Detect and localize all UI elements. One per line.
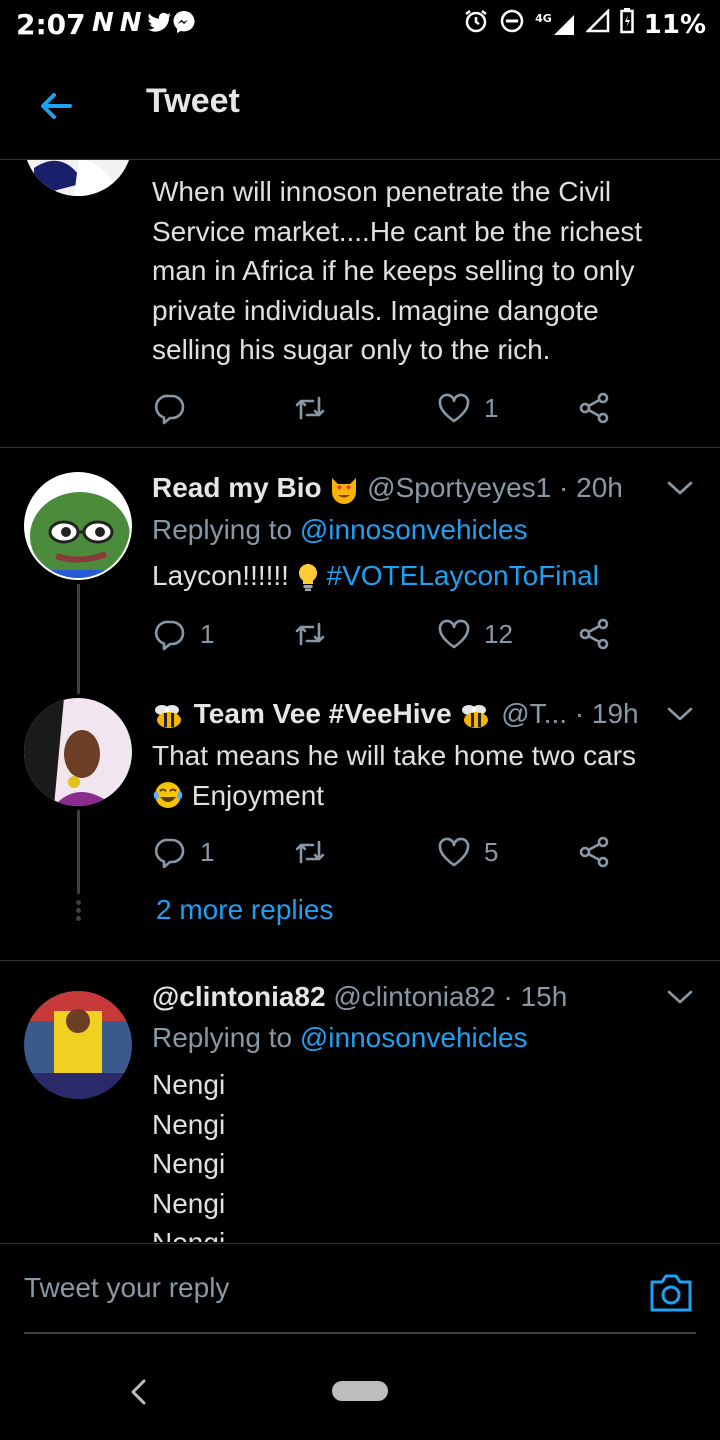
reply-composer xyxy=(0,1243,720,1343)
hashtag-link[interactable]: #VOTELayconToFinal xyxy=(327,560,599,591)
display-name[interactable]: @clintonia82 xyxy=(152,981,326,1012)
tweet-actions: 1 xyxy=(152,388,632,428)
tweet-text: Nengi Nengi Nengi Nengi Nengi xyxy=(152,1069,226,1242)
tweet-thread[interactable]: When will innoson penetrate the Civil Se… xyxy=(0,160,720,1242)
retweet-icon xyxy=(295,622,325,646)
replying-to: Replying to @innosonvehicles xyxy=(152,1022,528,1053)
handle[interactable]: @T... xyxy=(501,698,567,729)
system-nav-bar xyxy=(0,1343,720,1440)
share-button[interactable] xyxy=(576,614,612,654)
chevron-down-icon[interactable] xyxy=(666,478,694,498)
twitter-bird-icon xyxy=(147,8,172,38)
share-button[interactable] xyxy=(576,832,612,872)
reply-count: 1 xyxy=(200,836,215,867)
battery-percent: 11% xyxy=(643,9,706,40)
tweet-text: When will innoson penetrate the Civil Se… xyxy=(152,176,643,365)
avatar[interactable] xyxy=(24,991,132,1099)
tweet[interactable]: Team Vee #VeeHive @T... · 19h That means… xyxy=(0,698,720,960)
share-icon xyxy=(579,618,609,650)
tweet[interactable]: Read my Bio @Sportyeyes1 · 20h Replying … xyxy=(0,448,720,698)
like-button[interactable]: 5 xyxy=(436,832,498,872)
tweet[interactable]: When will innoson penetrate the Civil Se… xyxy=(0,160,720,448)
battery-icon xyxy=(620,8,634,41)
like-button[interactable]: 12 xyxy=(436,614,513,654)
messenger-icon xyxy=(172,8,196,38)
app-header: Tweet xyxy=(0,52,720,160)
reply-button[interactable]: 1 xyxy=(152,832,214,872)
tweet[interactable]: @clintonia82 @clintonia82 · 15h Replying… xyxy=(0,961,720,1242)
avatar[interactable] xyxy=(24,472,132,580)
heart-eyes-cat-emoji xyxy=(329,474,359,506)
system-status-icons: 4G 11% xyxy=(463,7,706,41)
share-icon xyxy=(579,392,609,424)
reply-underline xyxy=(24,1332,696,1334)
tweet-text: Laycon!!!!!! #VOTELayconToFinal xyxy=(152,556,692,597)
tweet-actions: 1 5 xyxy=(152,832,632,872)
4g-signal-icon: 4G xyxy=(535,13,576,37)
share-button[interactable] xyxy=(576,388,612,428)
n-icon: N xyxy=(92,8,120,38)
tweet-actions: 1 12 xyxy=(152,614,632,654)
reply-icon xyxy=(154,620,185,651)
n-icon: N xyxy=(119,8,148,38)
chevron-down-icon[interactable] xyxy=(666,987,694,1007)
heart-icon xyxy=(438,837,470,867)
bee-emoji xyxy=(459,700,493,732)
timestamp: · 20h xyxy=(559,472,623,503)
display-name[interactable]: Team Vee #VeeHive xyxy=(194,698,452,729)
retweet-button[interactable] xyxy=(292,832,328,872)
more-replies-link[interactable]: 2 more replies xyxy=(156,894,333,926)
back-arrow-icon[interactable] xyxy=(36,86,76,126)
handle[interactable]: @Sportyeyes1 xyxy=(367,472,551,503)
timestamp: · 19h xyxy=(574,698,639,729)
page-title: Tweet xyxy=(146,82,240,120)
tweet-text: That means he will take home two cars En… xyxy=(152,736,692,817)
reply-icon xyxy=(154,838,185,869)
chevron-down-icon[interactable] xyxy=(666,704,694,724)
retweet-icon xyxy=(295,396,325,420)
handle[interactable]: @clintonia82 xyxy=(333,981,495,1012)
retweet-icon xyxy=(295,840,325,864)
like-button[interactable]: 1 xyxy=(436,388,498,428)
display-name[interactable]: Read my Bio xyxy=(152,472,322,503)
heart-icon xyxy=(438,393,470,423)
like-count: 5 xyxy=(484,836,499,867)
home-pill[interactable] xyxy=(332,1381,388,1401)
tweet-header: @clintonia82 @clintonia82 · 15h xyxy=(152,981,567,1013)
mention-link[interactable]: @innosonvehicles xyxy=(300,514,528,545)
alarm-icon xyxy=(463,8,489,41)
reply-button[interactable]: 1 xyxy=(152,614,214,654)
heart-icon xyxy=(438,619,470,649)
like-count: 1 xyxy=(484,392,499,423)
light-bulb-emoji xyxy=(297,558,319,598)
timestamp: · 15h xyxy=(503,981,568,1012)
status-time: 2:07 xyxy=(16,8,86,41)
retweet-button[interactable] xyxy=(292,388,328,428)
reply-count: 1 xyxy=(200,618,215,649)
tears-of-joy-emoji xyxy=(152,777,184,817)
tweet-header: Read my Bio @Sportyeyes1 · 20h xyxy=(152,472,623,506)
nav-back-icon[interactable] xyxy=(126,1377,150,1407)
avatar[interactable] xyxy=(24,160,132,196)
notification-icons: NN xyxy=(92,8,196,38)
tweet-header: Team Vee #VeeHive @T... · 19h xyxy=(152,698,639,732)
reply-input[interactable] xyxy=(24,1272,624,1304)
reply-button[interactable] xyxy=(152,388,200,428)
replying-to: Replying to @innosonvehicles xyxy=(152,514,528,545)
share-icon xyxy=(579,836,609,868)
like-count: 12 xyxy=(484,618,513,649)
signal-icon xyxy=(584,7,610,40)
retweet-button[interactable] xyxy=(292,614,328,654)
status-bar: 2:07 NN 4G 11% xyxy=(0,0,720,50)
bee-emoji xyxy=(152,700,186,732)
mention-link[interactable]: @innosonvehicles xyxy=(300,1022,528,1053)
do-not-disturb-icon xyxy=(499,8,525,41)
reply-icon xyxy=(154,394,185,425)
avatar[interactable] xyxy=(24,698,132,806)
camera-icon[interactable] xyxy=(648,1272,694,1314)
